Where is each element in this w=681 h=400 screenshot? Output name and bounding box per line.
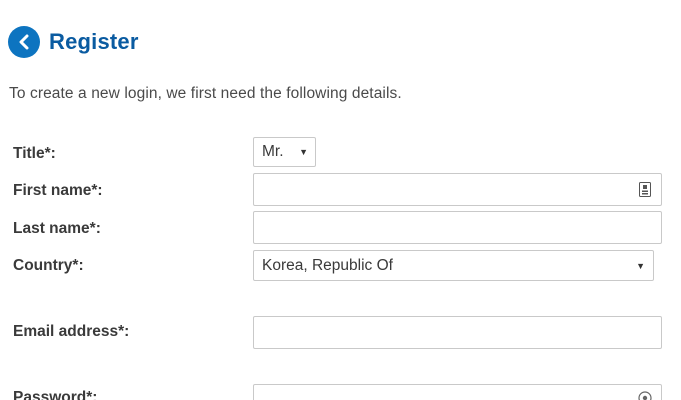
country-select-value: Korea, Republic Of	[262, 256, 393, 274]
chevron-left-icon	[19, 34, 29, 50]
title-select-value: Mr.	[262, 143, 284, 160]
register-page: Register To create a new login, we first…	[0, 0, 681, 400]
first-name-label: First name*:	[13, 182, 103, 199]
email-field[interactable]	[253, 316, 662, 349]
intro-text: To create a new login, we first need the…	[9, 85, 402, 102]
caret-down-icon: ▼	[636, 260, 645, 271]
page-header: Register	[8, 26, 139, 58]
country-select[interactable]: Korea, Republic Of ▼	[253, 250, 654, 281]
password-field[interactable]	[253, 384, 662, 400]
country-label: Country*:	[13, 257, 84, 274]
last-name-label: Last name*:	[13, 220, 101, 237]
page-title: Register	[49, 29, 139, 54]
last-name-field[interactable]	[253, 211, 662, 244]
back-button[interactable]	[8, 26, 40, 58]
reveal-password-icon[interactable]	[637, 390, 653, 400]
first-name-field[interactable]	[253, 173, 662, 206]
title-select[interactable]: Mr. ▼	[253, 137, 316, 167]
password-label: Password*:	[13, 389, 98, 400]
title-label: Title*:	[13, 145, 56, 162]
email-label: Email address*:	[13, 323, 130, 340]
caret-down-icon: ▼	[299, 147, 308, 157]
contact-card-icon[interactable]	[637, 181, 653, 197]
